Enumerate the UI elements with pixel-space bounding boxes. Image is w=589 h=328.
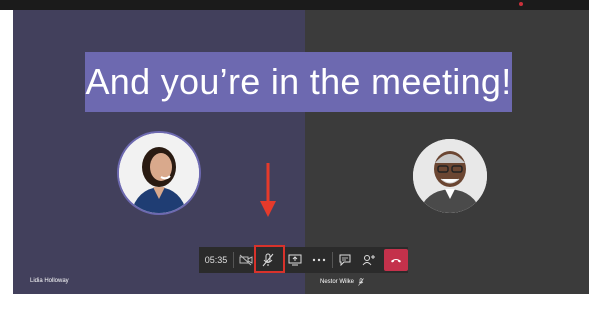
more-options-button[interactable]: [307, 247, 331, 273]
meeting-window: And you’re in the meeting! 05:35 Lidia H…: [0, 0, 589, 328]
mic-muted-small-icon: [358, 278, 364, 286]
chat-icon: [339, 254, 351, 266]
window-top-bar: [0, 0, 589, 10]
recording-dot: [519, 2, 523, 6]
meeting-caption: And you’re in the meeting!: [85, 52, 512, 112]
mic-highlight-box: [254, 245, 285, 273]
share-screen-button[interactable]: [283, 247, 307, 273]
camera-off-icon: [239, 254, 253, 266]
call-control-bar: 05:35: [199, 247, 408, 273]
more-options-icon: [312, 258, 326, 262]
participant-name-nestor: Nestor Wilke: [320, 279, 355, 285]
hang-up-button[interactable]: [384, 249, 408, 271]
participant-name-nestor-row: Nestor Wilke: [320, 278, 364, 286]
add-participant-button[interactable]: [357, 247, 381, 273]
annotation-arrow: [260, 163, 276, 217]
add-participant-icon: [362, 255, 375, 266]
chat-button[interactable]: [333, 247, 357, 273]
call-timer: 05:35: [204, 255, 228, 265]
share-screen-icon: [288, 254, 302, 266]
avatar-lidia: [119, 133, 199, 213]
hang-up-icon: [391, 259, 401, 263]
participant-name-lidia: Lidia Holloway: [30, 278, 69, 284]
avatar-nestor: [413, 139, 487, 213]
bottom-margin: [0, 294, 589, 328]
